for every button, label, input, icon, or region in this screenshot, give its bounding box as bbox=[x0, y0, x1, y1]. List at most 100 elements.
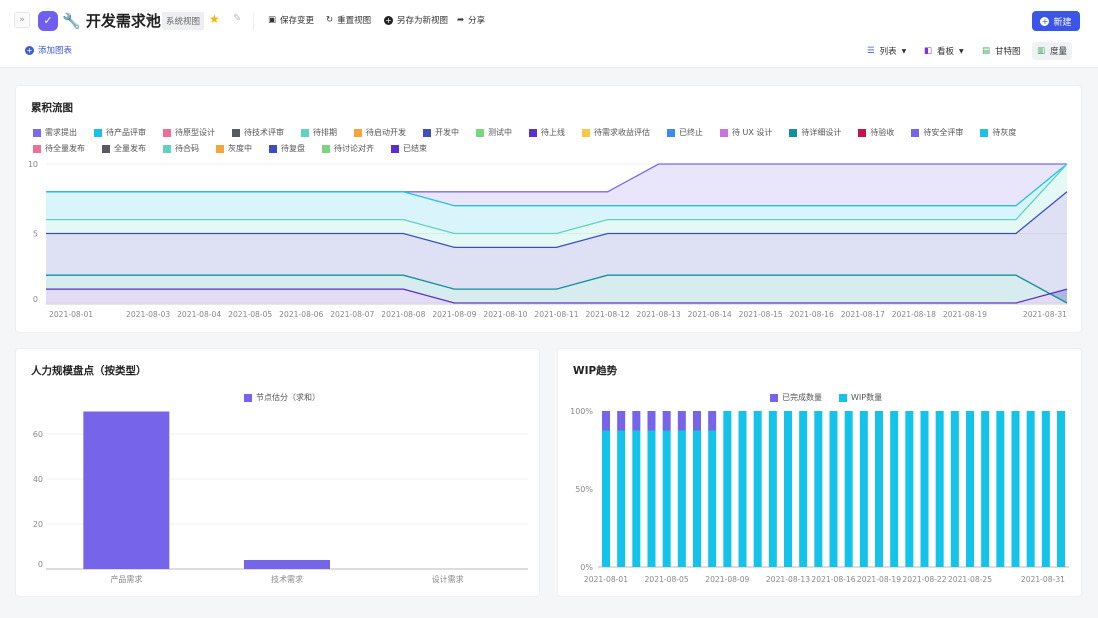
x-tick-label: 2021-08-10 bbox=[483, 310, 527, 319]
x-tick-label: 2021-08-09 bbox=[705, 575, 749, 584]
wip-bar bbox=[647, 430, 656, 567]
x-tick-label: 2021-08-15 bbox=[739, 310, 783, 319]
add-chart-button[interactable]: + 添加图表 bbox=[25, 44, 72, 56]
wrench-icon: 🔧 bbox=[62, 12, 81, 30]
manpower-bar-chart: 0 20 40 60 产品需求 技术需求 设计需求 bbox=[33, 411, 528, 584]
x-tick-label: 2021-08-14 bbox=[688, 310, 732, 319]
x-tick-label: 2021-08-09 bbox=[432, 310, 476, 319]
x-tick-label: 2021-08-13 bbox=[766, 575, 810, 584]
wip-bar bbox=[1011, 411, 1020, 567]
wip-bar bbox=[693, 430, 701, 567]
top-header: » ✓ 🔧 开发需求池 ▼ 系统视图 ★ ✎ ▣ 保存变更 ↻ 重置视图 + 另存为新… bbox=[0, 0, 1098, 68]
wip-trend-chart: 0% 50% 100% 2021-08-01 2021-08-05 2021-08-09 2… bbox=[570, 407, 1069, 584]
view-label: 看板 bbox=[937, 47, 955, 57]
wip-bar bbox=[708, 430, 717, 567]
reset-label: 重置视图 bbox=[337, 16, 372, 26]
plus-circle-icon: + bbox=[1040, 16, 1050, 26]
y-tick-label: 0 bbox=[33, 295, 38, 304]
x-tick-label: 2021-08-11 bbox=[534, 310, 578, 319]
manpower-card: 人力规模盘点（按类型） 节点估分（求和） 0 20 40 60 产品需求 技术需求 设计需求 bbox=[15, 348, 540, 597]
chevron-down-icon[interactable]: ▼ bbox=[146, 15, 152, 24]
y-tick-label: 0% bbox=[580, 563, 593, 572]
y-tick-label: 40 bbox=[33, 475, 43, 484]
save-icon: ▣ bbox=[268, 15, 277, 25]
x-tick-label: 2021-08-19 bbox=[857, 575, 901, 584]
wip-card: WIP趋势 已完成数量 WIP数量 0% 50% 100% 2021-08-01 202… bbox=[557, 348, 1082, 597]
x-tick-label: 产品需求 bbox=[110, 574, 142, 584]
x-tick-label: 2021-08-06 bbox=[279, 310, 323, 319]
app-check-icon: ✓ bbox=[38, 11, 58, 31]
reset-view-button[interactable]: ↻ 重置视图 bbox=[326, 14, 371, 26]
bar bbox=[244, 560, 330, 569]
wip-bar bbox=[784, 411, 792, 567]
view-gantt[interactable]: ▤ 甘特图 bbox=[977, 42, 1026, 60]
x-tick-label: 2021-08-25 bbox=[948, 575, 992, 584]
wip-bar bbox=[662, 430, 671, 567]
bar bbox=[83, 411, 170, 569]
y-tick-label: 50% bbox=[575, 485, 593, 494]
wip-bar bbox=[753, 411, 762, 567]
completed-bar bbox=[662, 411, 671, 431]
completed-bar bbox=[677, 411, 686, 431]
wip-bar bbox=[875, 411, 883, 567]
wip-bar bbox=[859, 411, 868, 567]
wip-bar bbox=[1057, 411, 1065, 567]
save-as-button[interactable]: + 另存为新视图 bbox=[384, 14, 448, 26]
wip-bar bbox=[935, 411, 944, 567]
y-tick-label: 60 bbox=[33, 430, 43, 439]
cumulative-flow-chart: 0 5 10 2021-08-01 2021-08-03 2021-08-04 2021-0… bbox=[28, 160, 1068, 319]
view-kanban[interactable]: ◧ 看板 ▼ bbox=[919, 42, 969, 60]
wip-bar bbox=[602, 430, 610, 567]
system-view-badge: 系统视图 bbox=[162, 12, 205, 30]
share-icon: ➦ bbox=[457, 15, 465, 25]
wip-bar bbox=[1026, 411, 1035, 567]
x-tick-label: 2021-08-05 bbox=[645, 575, 689, 584]
expand-sidebar-button[interactable]: » bbox=[14, 12, 30, 28]
x-tick-label: 2021-08-07 bbox=[330, 310, 374, 319]
x-tick-label: 2021-08-05 bbox=[228, 310, 272, 319]
x-tick-label: 2021-08-22 bbox=[902, 575, 946, 584]
x-tick-label: 2021-08-01 bbox=[584, 575, 628, 584]
x-tick-label: 2021-08-18 bbox=[892, 310, 936, 319]
completed-bar bbox=[617, 411, 626, 431]
gantt-icon: ▤ bbox=[982, 46, 991, 56]
wip-bar bbox=[981, 411, 990, 567]
cfd-card: 累积流图 需求提出 待产品评审 待原型设计 待技术评审 待排期 待启动开发 开发中 测试中 待上… bbox=[15, 85, 1082, 333]
completed-bar bbox=[632, 411, 641, 431]
wip-bar bbox=[950, 411, 959, 567]
x-tick-label: 2021-08-04 bbox=[177, 310, 221, 319]
x-tick-label: 2021-08-17 bbox=[841, 310, 885, 319]
chevron-down-icon: ▼ bbox=[901, 47, 907, 55]
new-button[interactable]: + 新建 bbox=[1032, 11, 1080, 31]
y-tick-label: 100% bbox=[570, 407, 593, 416]
wip-bar bbox=[617, 430, 626, 567]
completed-bar bbox=[693, 411, 701, 431]
view-list[interactable]: ☰ 列表 ▼ bbox=[862, 42, 911, 60]
y-tick-label: 10 bbox=[28, 160, 38, 169]
completed-bar bbox=[708, 411, 717, 431]
wip-bar bbox=[844, 411, 853, 567]
save-label: 保存变更 bbox=[280, 16, 315, 26]
divider bbox=[253, 12, 254, 30]
save-button[interactable]: ▣ 保存变更 bbox=[268, 14, 314, 26]
star-icon[interactable]: ★ bbox=[209, 12, 220, 26]
wip-bar bbox=[814, 411, 823, 567]
edit-icon[interactable]: ✎ bbox=[233, 13, 241, 24]
wip-bar bbox=[829, 411, 838, 567]
completed-bar bbox=[602, 411, 610, 431]
view-label: 列表 bbox=[879, 47, 897, 57]
wip-bar bbox=[890, 411, 899, 567]
kanban-icon: ◧ bbox=[924, 46, 933, 56]
wip-bar bbox=[677, 430, 686, 567]
y-tick-label: 20 bbox=[33, 520, 43, 529]
wip-bar bbox=[996, 411, 1005, 567]
new-label: 新建 bbox=[1053, 17, 1072, 28]
x-tick-label: 2021-08-19 bbox=[943, 310, 987, 319]
wip-bar bbox=[905, 411, 914, 567]
y-tick-label: 5 bbox=[33, 230, 38, 239]
view-metrics[interactable]: ▥ 度量 bbox=[1032, 42, 1073, 60]
x-tick-label: 2021-08-08 bbox=[381, 310, 425, 319]
share-button[interactable]: ➦ 分享 bbox=[457, 14, 485, 26]
add-chart-label: 添加图表 bbox=[38, 46, 73, 56]
x-tick-label: 设计需求 bbox=[432, 574, 464, 584]
